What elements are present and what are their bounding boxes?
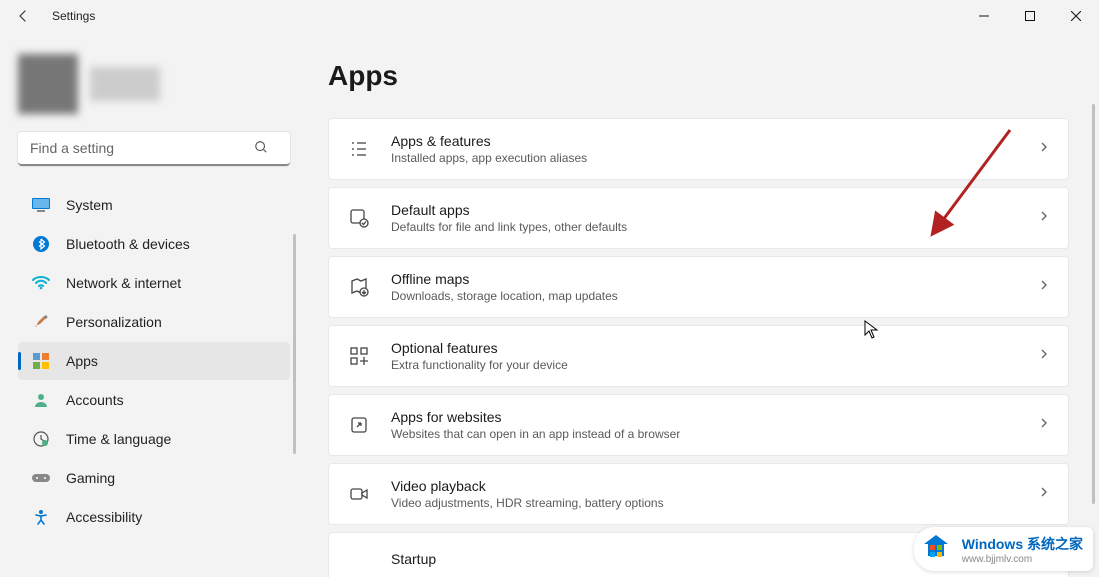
- sidebar-item-label: Bluetooth & devices: [66, 236, 190, 252]
- titlebar: Settings: [0, 0, 1099, 32]
- card-title: Default apps: [391, 202, 1038, 218]
- card-desc: Extra functionality for your device: [391, 358, 1038, 372]
- card-desc: Video adjustments, HDR streaming, batter…: [391, 496, 1038, 510]
- sidebar-item-label: Apps: [66, 353, 98, 369]
- sidebar: System Bluetooth & devices Network & int…: [0, 32, 300, 577]
- chevron-right-icon: [1038, 278, 1050, 296]
- sidebar-item-label: Accessibility: [66, 509, 142, 525]
- default-app-icon: [347, 206, 371, 230]
- settings-card-list: Apps & features Installed apps, app exec…: [328, 118, 1081, 577]
- monitor-icon: [32, 196, 50, 214]
- back-button[interactable]: [0, 0, 46, 32]
- sidebar-item-accounts[interactable]: Accounts: [18, 381, 290, 419]
- main-scrollbar[interactable]: [1092, 104, 1095, 504]
- windows-logo-icon: [918, 531, 954, 567]
- sidebar-item-time-language[interactable]: Time & language: [18, 420, 290, 458]
- card-offline-maps[interactable]: Offline maps Downloads, storage location…: [328, 256, 1069, 318]
- watermark-url: www.bjjmlv.com: [962, 554, 1083, 565]
- minimize-button[interactable]: [961, 0, 1007, 32]
- sidebar-item-system[interactable]: System: [18, 186, 290, 224]
- sidebar-scrollbar[interactable]: [293, 234, 296, 454]
- chevron-right-icon: [1038, 416, 1050, 434]
- sidebar-item-label: Gaming: [66, 470, 115, 486]
- video-icon: [347, 482, 371, 506]
- watermark: Windows 系统之家 www.bjjmlv.com: [914, 527, 1093, 571]
- accessibility-icon: [32, 508, 50, 526]
- card-desc: Downloads, storage location, map updates: [391, 289, 1038, 303]
- close-button[interactable]: [1053, 0, 1099, 32]
- wifi-icon: [32, 274, 50, 292]
- chevron-right-icon: [1038, 347, 1050, 365]
- main-panel: Apps Apps & features Installed apps, app…: [300, 32, 1099, 577]
- sidebar-item-label: Time & language: [66, 431, 171, 447]
- card-title: Apps & features: [391, 133, 1038, 149]
- map-download-icon: [347, 275, 371, 299]
- card-title: Offline maps: [391, 271, 1038, 287]
- user-profile[interactable]: [8, 40, 300, 132]
- card-title: Optional features: [391, 340, 1038, 356]
- brush-icon: [32, 313, 50, 331]
- sidebar-item-label: Accounts: [66, 392, 124, 408]
- search-input[interactable]: [18, 132, 290, 166]
- open-external-icon: [347, 413, 371, 437]
- list-icon: [347, 137, 371, 161]
- window-title: Settings: [52, 9, 95, 23]
- card-apps-for-websites[interactable]: Apps for websites Websites that can open…: [328, 394, 1069, 456]
- card-desc: Defaults for file and link types, other …: [391, 220, 1038, 234]
- chevron-right-icon: [1038, 485, 1050, 503]
- card-optional-features[interactable]: Optional features Extra functionality fo…: [328, 325, 1069, 387]
- sidebar-item-label: System: [66, 197, 113, 213]
- sidebar-item-apps[interactable]: Apps: [18, 342, 290, 380]
- chevron-right-icon: [1038, 140, 1050, 158]
- user-name: [90, 67, 160, 101]
- grid-plus-icon: [347, 344, 371, 368]
- sidebar-item-accessibility[interactable]: Accessibility: [18, 498, 290, 536]
- avatar: [18, 54, 78, 114]
- card-title: Apps for websites: [391, 409, 1038, 425]
- person-icon: [32, 391, 50, 409]
- sidebar-item-label: Personalization: [66, 314, 162, 330]
- card-desc: Websites that can open in an app instead…: [391, 427, 1038, 441]
- sidebar-item-network[interactable]: Network & internet: [18, 264, 290, 302]
- apps-icon: [32, 352, 50, 370]
- maximize-button[interactable]: [1007, 0, 1053, 32]
- sidebar-item-label: Network & internet: [66, 275, 181, 291]
- gamepad-icon: [32, 469, 50, 487]
- card-apps-features[interactable]: Apps & features Installed apps, app exec…: [328, 118, 1069, 180]
- watermark-title: Windows 系统之家: [962, 534, 1083, 554]
- card-desc: Installed apps, app execution aliases: [391, 151, 1038, 165]
- nav-list: System Bluetooth & devices Network & int…: [8, 186, 300, 536]
- bluetooth-icon: [32, 235, 50, 253]
- clock-globe-icon: [32, 430, 50, 448]
- card-default-apps[interactable]: Default apps Defaults for file and link …: [328, 187, 1069, 249]
- sidebar-item-personalization[interactable]: Personalization: [18, 303, 290, 341]
- sidebar-item-bluetooth[interactable]: Bluetooth & devices: [18, 225, 290, 263]
- startup-icon: [347, 547, 371, 571]
- sidebar-item-gaming[interactable]: Gaming: [18, 459, 290, 497]
- card-title: Video playback: [391, 478, 1038, 494]
- chevron-right-icon: [1038, 209, 1050, 227]
- page-title: Apps: [328, 60, 1081, 92]
- card-video-playback[interactable]: Video playback Video adjustments, HDR st…: [328, 463, 1069, 525]
